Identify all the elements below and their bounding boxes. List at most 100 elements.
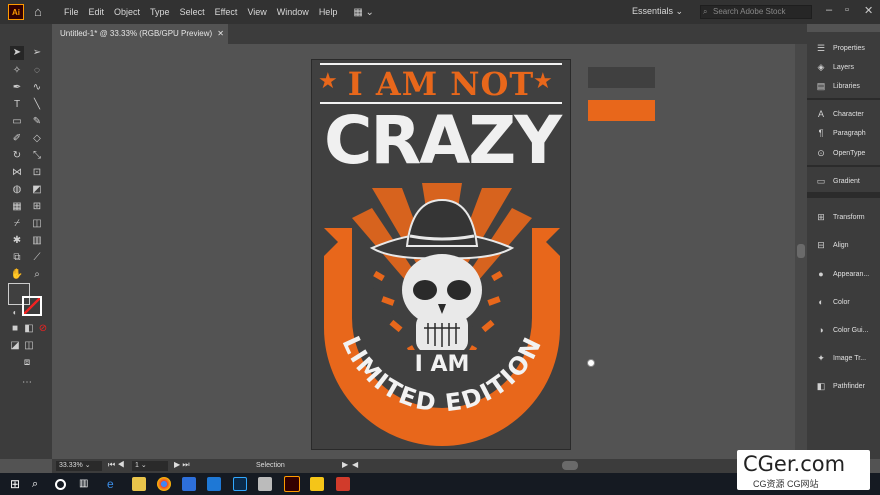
menu-object[interactable]: Object — [114, 7, 140, 17]
stock-search-input[interactable]: ⌕ Search Adobe Stock — [700, 5, 812, 19]
perspective-grid-tool-icon[interactable]: ▦ — [10, 200, 24, 214]
rectangle-tool-icon[interactable]: ▭ — [10, 115, 24, 129]
panel-character[interactable]: A Character — [807, 105, 880, 123]
none-mode-icon[interactable]: ⊘ — [36, 322, 50, 336]
menu-edit[interactable]: Edit — [89, 7, 105, 17]
vertical-scrollbar[interactable] — [795, 44, 807, 459]
panel-appearance[interactable]: ● Appearan... — [807, 265, 880, 283]
panel-divider — [807, 192, 880, 198]
arrange-documents-icon[interactable]: ▦ ⌄ — [353, 7, 374, 18]
curvature-tool-icon[interactable]: ∿ — [30, 81, 44, 95]
pen-tool-icon[interactable]: ✒ — [10, 81, 24, 95]
document-tab[interactable]: Untitled-1* @ 33.33% (RGB/GPU Preview) ✕ — [52, 24, 228, 44]
workspace-switcher[interactable]: Essentials ⌄ — [632, 6, 683, 17]
panel-libraries[interactable]: ▤ Libraries — [807, 77, 880, 95]
hand-tool-icon[interactable]: ✋ — [10, 268, 24, 282]
symbol-sprayer-tool-icon[interactable]: ✱ — [10, 234, 24, 248]
store-icon[interactable] — [182, 477, 196, 491]
live-paint-tool-icon[interactable]: ◩ — [30, 183, 44, 197]
draw-normal-icon[interactable]: ◪ — [8, 339, 22, 353]
appearance-icon: ● — [818, 269, 824, 279]
blend-tool-icon[interactable]: ◫ — [30, 217, 44, 231]
magic-wand-tool-icon[interactable]: ✧ — [10, 64, 24, 78]
menu-help[interactable]: Help — [319, 7, 338, 17]
gradient-mode-icon[interactable]: ◧ — [22, 322, 36, 336]
menu-window[interactable]: Window — [277, 7, 309, 17]
panel-color[interactable]: ◐ Color — [807, 293, 880, 311]
lasso-tool-icon[interactable]: ◌ — [30, 64, 44, 78]
photoshop-icon[interactable] — [233, 477, 247, 491]
mail-icon[interactable] — [207, 477, 221, 491]
panel-transform[interactable]: ⊞ Transform — [807, 208, 880, 226]
artboard-number-field[interactable]: 1 ⌄ — [132, 461, 168, 471]
selection-tool-icon[interactable]: ➤ — [10, 46, 24, 60]
zoom-tool-icon[interactable]: ⌕ — [30, 268, 44, 282]
panel-image-trace[interactable]: ✦ Image Tr... — [807, 349, 880, 367]
windows-start-icon[interactable]: ⊞ — [10, 477, 24, 491]
free-transform-tool-icon[interactable]: ⊡ — [30, 166, 44, 180]
shaper-tool-icon[interactable]: ✐ — [10, 132, 24, 146]
red-app-icon[interactable] — [336, 477, 350, 491]
menu-file[interactable]: File — [64, 7, 79, 17]
menu-select[interactable]: Select — [180, 7, 205, 17]
line-tool-icon[interactable]: ╲ — [30, 98, 44, 112]
panel-pathfinder[interactable]: ◧ Pathfinder — [807, 377, 880, 395]
home-icon[interactable]: ⌂ — [34, 5, 48, 19]
stroke-swatch[interactable] — [22, 296, 42, 316]
zoom-field[interactable]: 33.33% ⌄ — [56, 461, 102, 471]
width-tool-icon[interactable]: ⋈ — [10, 166, 24, 180]
close-icon[interactable]: ✕ — [864, 4, 873, 17]
eraser-tool-icon[interactable]: ◇ — [30, 132, 44, 146]
illustrator-taskbar-icon[interactable] — [284, 476, 300, 492]
app-icon[interactable] — [258, 477, 272, 491]
task-view-icon[interactable]: ▥ — [79, 477, 93, 491]
color-mode-icon[interactable]: ■ — [8, 322, 22, 336]
orange-color-swatch[interactable] — [588, 100, 655, 121]
last-artboard-icon[interactable]: ▶ ⏭ — [174, 460, 190, 470]
minimize-icon[interactable]: – — [826, 4, 832, 16]
status-arrow-icon[interactable]: ▶ — [342, 460, 348, 469]
shape-builder-tool-icon[interactable]: ◍ — [10, 183, 24, 197]
swap-fill-stroke-icon[interactable]: ◐ — [8, 306, 22, 320]
eyedropper-tool-icon[interactable]: ⌿ — [10, 217, 24, 231]
file-explorer-icon[interactable] — [132, 477, 146, 491]
panel-align[interactable]: ⊟ Align — [807, 236, 880, 254]
paintbrush-tool-icon[interactable]: ✎ — [30, 115, 44, 129]
panel-color-guide[interactable]: ◑ Color Gui... — [807, 321, 880, 339]
cortana-icon[interactable] — [55, 479, 66, 490]
artboard-tool-icon[interactable]: ⧉ — [10, 251, 24, 265]
search-icon: ⌕ — [703, 7, 708, 16]
menu-view[interactable]: View — [247, 7, 266, 17]
dark-color-swatch[interactable] — [588, 67, 655, 88]
horizontal-scrollbar-thumb[interactable] — [562, 461, 578, 470]
taskbar-search-icon[interactable]: ⌕ — [32, 477, 46, 491]
menu-type[interactable]: Type — [150, 7, 170, 17]
close-tab-icon[interactable]: ✕ — [217, 24, 224, 44]
mesh-tool-icon[interactable]: ⊞ — [30, 200, 44, 214]
edge-icon[interactable]: e — [107, 477, 121, 491]
panel-paragraph[interactable]: ¶ Paragraph — [807, 124, 880, 142]
panel-label: Image Tr... — [833, 354, 867, 362]
sticky-app-icon[interactable] — [310, 477, 324, 491]
screen-mode-icon[interactable]: ⧈ — [20, 356, 34, 370]
panel-opentype[interactable]: ⊙ OpenType — [807, 144, 880, 162]
panel-gradient[interactable]: ▭ Gradient — [807, 172, 880, 190]
chrome-icon[interactable] — [157, 477, 171, 491]
artboard[interactable]: ★ ★ I AM NOT CRAZY I AM LIMITED EDITION — [311, 59, 571, 450]
maximize-icon[interactable]: ▫ — [845, 4, 849, 16]
scroll-left-icon[interactable]: ◀ — [352, 460, 358, 469]
draw-behind-icon[interactable]: ◫ — [22, 339, 36, 353]
panel-properties[interactable]: ☰ Properties — [807, 39, 880, 57]
type-tool-icon[interactable]: T — [10, 98, 24, 112]
edit-toolbar-icon[interactable]: ⋯ — [20, 376, 34, 390]
first-artboard-icon[interactable]: ⏮ ◀ — [108, 460, 125, 470]
column-graph-tool-icon[interactable]: ▥ — [30, 234, 44, 248]
scale-tool-icon[interactable]: ⤡ — [30, 149, 44, 163]
panel-layers[interactable]: ◈ Layers — [807, 58, 880, 76]
slice-tool-icon[interactable]: ⟋ — [30, 251, 44, 265]
poster-line-2: CRAZY — [324, 102, 562, 179]
menu-effect[interactable]: Effect — [215, 7, 238, 17]
rotate-tool-icon[interactable]: ↻ — [10, 149, 24, 163]
scrollbar-thumb[interactable] — [797, 244, 805, 258]
direct-selection-tool-icon[interactable]: ➢ — [30, 46, 44, 60]
